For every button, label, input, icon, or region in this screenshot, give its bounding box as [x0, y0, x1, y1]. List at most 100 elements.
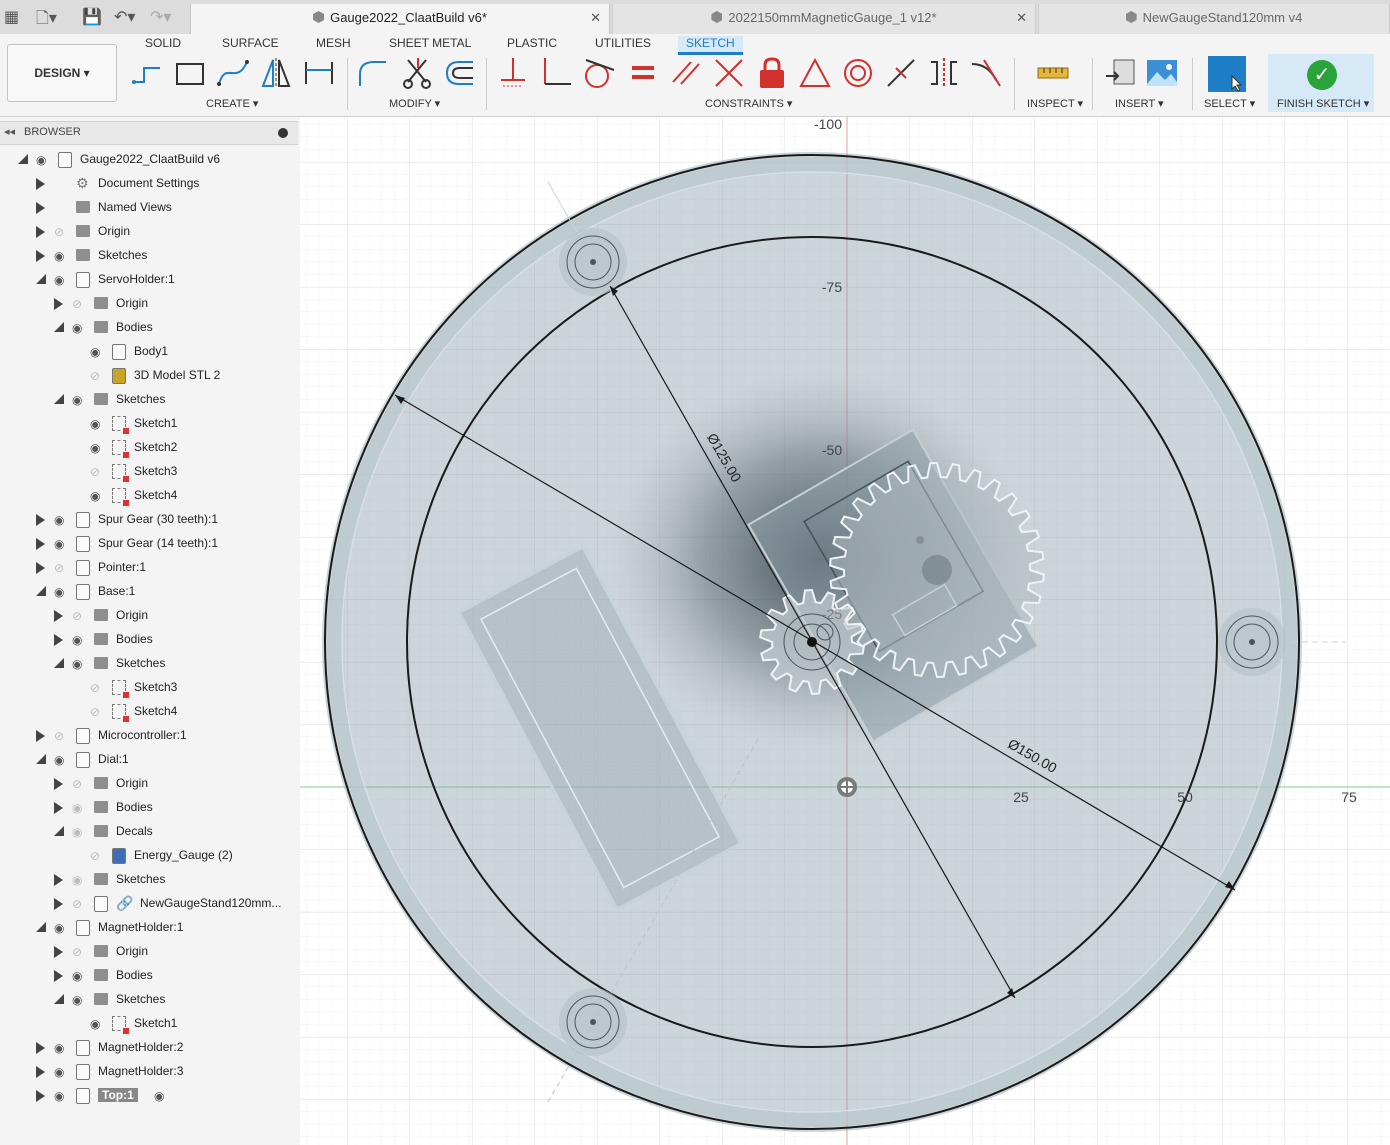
- hidden-eye-icon[interactable]: ◉: [72, 873, 82, 887]
- create-menu[interactable]: CREATE ▾: [206, 97, 258, 110]
- offset-tool-icon[interactable]: [443, 56, 477, 90]
- doc-tab-active[interactable]: Gauge2022_ClaatBuild v6* ✕: [190, 4, 610, 34]
- visibility-eye-icon[interactable]: ◉: [90, 441, 100, 455]
- visibility-eye-icon[interactable]: ◉: [36, 153, 46, 167]
- visibility-eye-icon[interactable]: ◉: [54, 585, 64, 599]
- browser-tree-item[interactable]: ⊘ 🔗 NewGaugeStand120mm...: [0, 893, 298, 915]
- midpoint-constraint-icon[interactable]: [884, 56, 918, 90]
- hidden-eye-icon[interactable]: ⊘: [90, 849, 100, 863]
- expand-triangle-icon[interactable]: [54, 898, 63, 910]
- expand-triangle-icon[interactable]: [36, 178, 45, 190]
- visibility-eye-icon[interactable]: ◉: [72, 969, 82, 983]
- modify-menu[interactable]: MODIFY ▾: [389, 97, 440, 110]
- collapse-triangle-icon[interactable]: [54, 658, 64, 668]
- browser-tree-item[interactable]: ◉ Sketches: [0, 245, 298, 267]
- visibility-eye-icon[interactable]: ◉: [54, 1041, 64, 1055]
- browser-tree-item[interactable]: ◉ Body1: [0, 341, 298, 363]
- sketch-viewport[interactable]: Ø125.00 Ø150.00 -100 -75 -50 -25 25 50 7…: [300, 117, 1390, 1145]
- measure-ruler-icon[interactable]: [1036, 56, 1070, 90]
- hidden-eye-icon[interactable]: ◉: [72, 825, 82, 839]
- concentric-constraint-icon[interactable]: [841, 56, 875, 90]
- expand-triangle-icon[interactable]: [36, 538, 45, 550]
- select-menu[interactable]: SELECT ▾: [1204, 97, 1255, 110]
- hidden-eye-icon[interactable]: ⊘: [90, 465, 100, 479]
- parallel-constraint-icon[interactable]: [669, 56, 703, 90]
- visibility-eye-icon[interactable]: ◉: [90, 1017, 100, 1031]
- browser-tree-item[interactable]: ◉ MagnetHolder:3: [0, 1061, 298, 1083]
- expand-triangle-icon[interactable]: [36, 202, 45, 214]
- expand-triangle-icon[interactable]: [36, 1090, 45, 1102]
- visibility-eye-icon[interactable]: ◉: [54, 1065, 64, 1079]
- equal-constraint-icon[interactable]: [626, 56, 660, 90]
- browser-tree-item[interactable]: ◉ Spur Gear (30 teeth):1: [0, 509, 298, 531]
- expand-triangle-icon[interactable]: [54, 970, 63, 982]
- expand-triangle-icon[interactable]: [54, 778, 63, 790]
- visibility-eye-icon[interactable]: ◉: [54, 513, 64, 527]
- insert-image-icon[interactable]: [1145, 56, 1179, 90]
- hidden-eye-icon[interactable]: ⊘: [54, 561, 64, 575]
- collapse-triangle-icon[interactable]: [54, 994, 64, 1004]
- browser-tree-item[interactable]: ◉ Sketch4: [0, 485, 298, 507]
- visibility-eye-icon[interactable]: ◉: [54, 537, 64, 551]
- browser-tree-item[interactable]: ⊘ Sketch3: [0, 461, 298, 483]
- trim-tool-icon[interactable]: [400, 56, 434, 90]
- hidden-eye-icon[interactable]: ⊘: [72, 897, 82, 911]
- finish-sketch-button[interactable]: ✓ FINISH SKETCH ▾: [1268, 54, 1374, 112]
- browser-tree-item[interactable]: ◉ Sketches: [0, 653, 298, 675]
- browser-tree-item[interactable]: ⊘ Sketch4: [0, 701, 298, 723]
- minimize-panel-icon[interactable]: [278, 128, 288, 138]
- save-icon[interactable]: 💾: [82, 7, 102, 27]
- browser-tree-item[interactable]: ⊘ Energy_Gauge (2): [0, 845, 298, 867]
- perpendicular-constraint-icon[interactable]: [539, 56, 573, 90]
- hidden-eye-icon[interactable]: ⊘: [72, 297, 82, 311]
- browser-tree-item[interactable]: ◉ Sketches: [0, 389, 298, 411]
- collapse-panel-icon[interactable]: ◂◂: [4, 125, 15, 138]
- expand-triangle-icon[interactable]: [36, 730, 45, 742]
- browser-tree-item[interactable]: Named Views: [0, 197, 298, 219]
- apps-grid-icon[interactable]: ▦: [4, 7, 19, 27]
- tab-sheet-metal[interactable]: SHEET METAL: [389, 36, 471, 50]
- workspace-switcher-button[interactable]: DESIGN ▾: [7, 44, 117, 102]
- activate-radio-icon[interactable]: ◉: [154, 1089, 164, 1103]
- browser-tree-item[interactable]: ◉ Bodies: [0, 965, 298, 987]
- browser-tree-item[interactable]: ⊘ Origin: [0, 773, 298, 795]
- browser-tree-item[interactable]: ⚙ Document Settings: [0, 173, 298, 195]
- browser-tree-item[interactable]: ◉ Top:1 ◉: [0, 1085, 298, 1107]
- browser-tree-item[interactable]: ⊘ Sketch3: [0, 677, 298, 699]
- hidden-eye-icon[interactable]: ⊘: [72, 777, 82, 791]
- expand-triangle-icon[interactable]: [54, 802, 63, 814]
- line-tool-icon[interactable]: [130, 56, 164, 90]
- browser-tree-item[interactable]: ◉ Sketch1: [0, 413, 298, 435]
- expand-triangle-icon[interactable]: [36, 250, 45, 262]
- expand-triangle-icon[interactable]: [36, 1042, 45, 1054]
- hidden-eye-icon[interactable]: ⊘: [54, 225, 64, 239]
- visibility-eye-icon[interactable]: ◉: [54, 249, 64, 263]
- rectangle-tool-icon[interactable]: [173, 56, 207, 90]
- visibility-eye-icon[interactable]: ◉: [54, 921, 64, 935]
- symmetry-constraint-icon[interactable]: [927, 56, 961, 90]
- visibility-eye-icon[interactable]: ◉: [90, 489, 100, 503]
- hidden-eye-icon[interactable]: ⊘: [72, 945, 82, 959]
- center-point[interactable]: [807, 637, 817, 647]
- expand-triangle-icon[interactable]: [54, 874, 63, 886]
- close-tab-icon[interactable]: ✕: [590, 4, 601, 32]
- browser-tree-item[interactable]: ◉ Sketches: [0, 869, 298, 891]
- browser-tree-item[interactable]: ◉ Sketch1: [0, 1013, 298, 1035]
- fillet-tool-icon[interactable]: [356, 56, 390, 90]
- collapse-triangle-icon[interactable]: [54, 394, 64, 404]
- expand-triangle-icon[interactable]: [54, 634, 63, 646]
- expand-triangle-icon[interactable]: [36, 1066, 45, 1078]
- file-menu-icon[interactable]: 🗋▾: [36, 7, 57, 34]
- browser-tree-item[interactable]: ⊘ Origin: [0, 605, 298, 627]
- browser-tree-item[interactable]: ◉ Dial:1: [0, 749, 298, 771]
- close-tab-icon[interactable]: ✕: [1016, 4, 1027, 32]
- collapse-triangle-icon[interactable]: [54, 322, 64, 332]
- tab-mesh[interactable]: MESH: [316, 36, 351, 50]
- collapse-triangle-icon[interactable]: [36, 586, 46, 596]
- collinear-constraint-icon[interactable]: [712, 56, 746, 90]
- visibility-eye-icon[interactable]: ◉: [72, 657, 82, 671]
- select-tool-button[interactable]: [1208, 56, 1246, 92]
- browser-tree-item[interactable]: ◉ Sketches: [0, 989, 298, 1011]
- collapse-triangle-icon[interactable]: [18, 154, 28, 164]
- spline-tool-icon[interactable]: [216, 56, 250, 90]
